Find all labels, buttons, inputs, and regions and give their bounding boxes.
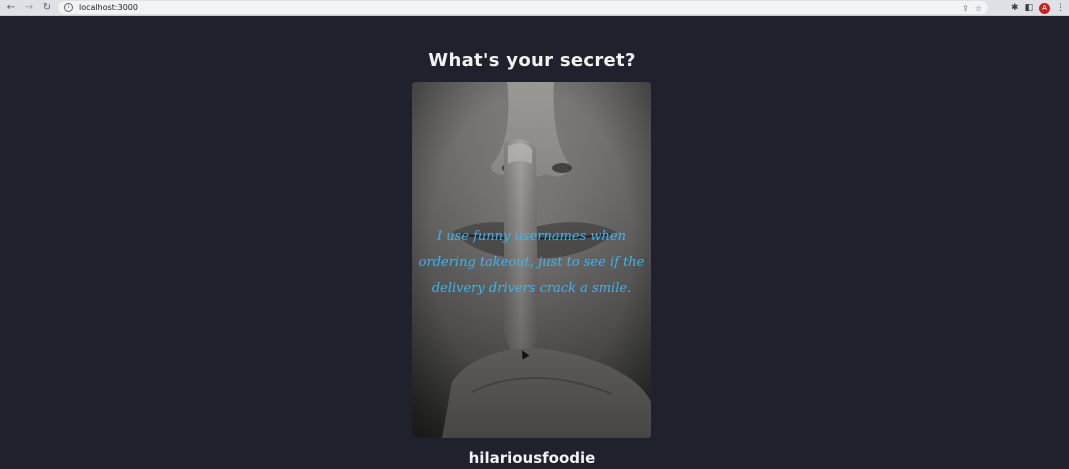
secret-card: I use funny usernames when ordering take… (412, 82, 651, 438)
star-icon[interactable]: ☆ (975, 4, 982, 13)
kebab-menu-icon[interactable]: ⋮ (1056, 3, 1065, 13)
username: hilariousfoodie (468, 449, 596, 467)
browser-toolbar: ← → ↻ i localhost:3000 ⇪ ☆ ✱ ◧ A ⋮ (0, 0, 1069, 16)
share-icon[interactable]: ⇪ (962, 4, 969, 13)
info-icon: i (64, 3, 73, 12)
forward-button[interactable]: → (20, 1, 38, 15)
page-title: What's your secret? (428, 50, 636, 71)
back-button[interactable]: ← (2, 1, 20, 15)
side-panel-icon[interactable]: ◧ (1024, 3, 1033, 13)
avatar[interactable]: A (1039, 2, 1050, 14)
url-text: localhost:3000 (79, 3, 138, 12)
reload-button[interactable]: ↻ (38, 1, 56, 15)
address-bar[interactable]: i localhost:3000 ⇪ ☆ (58, 1, 988, 14)
secret-text: I use funny usernames when ordering take… (418, 229, 645, 296)
reload-icon: ↻ (42, 2, 52, 13)
arrow-right-icon: → (24, 2, 34, 13)
arrow-left-icon: ← (6, 2, 16, 13)
extensions-icon[interactable]: ✱ (1011, 3, 1019, 13)
